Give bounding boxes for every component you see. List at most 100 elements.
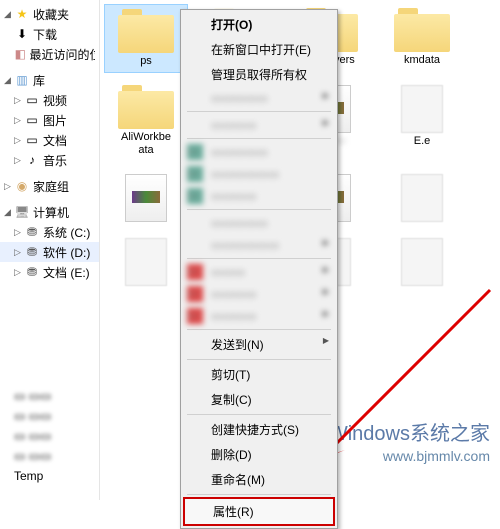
menu-separator — [187, 138, 331, 139]
tree-recent[interactable]: ◧ 最近访问的位置 — [0, 44, 99, 64]
menu-blur[interactable]: ▭▭▭▭▭▭ — [183, 141, 335, 163]
tree-label: 收藏夹 — [33, 6, 69, 23]
homegroup-icon: ◉ — [14, 178, 30, 194]
expand-icon: ▷ — [14, 267, 24, 278]
menu-create-shortcut[interactable]: 创建快捷方式(S) — [183, 417, 335, 442]
file-item[interactable] — [104, 234, 188, 290]
menu-properties[interactable]: 属性(R) — [183, 497, 335, 526]
menu-rename[interactable]: 重命名(M) — [183, 467, 335, 492]
menu-open-new-window[interactable]: 在新窗口中打开(E) — [183, 37, 335, 62]
folder-icon — [118, 85, 174, 129]
watermark-text: Windows系统之家 — [329, 417, 490, 446]
drive-icon: ⛃ — [24, 264, 40, 280]
tree-blur[interactable]: ▭ ▭▭ — [0, 406, 99, 426]
menu-send-to[interactable]: 发送到(N) — [183, 332, 335, 357]
menu-blur[interactable]: ▭▭▭▭▭ — [183, 283, 335, 305]
tree-blur[interactable]: ▭ ▭▭ — [0, 446, 99, 466]
tree-computer[interactable]: ◢ 🖥 计算机 — [0, 202, 99, 222]
menu-blur[interactable]: ▭▭▭▭▭ — [183, 87, 335, 109]
tree-blur[interactable]: ▭ ▭▭ — [0, 426, 99, 446]
menu-admin-ownership[interactable]: 管理员取得所有权 — [183, 62, 335, 87]
tree-drive-c[interactable]: ▷ ⛃ 系统 (C:) — [0, 222, 99, 242]
tree-label: 文档 (E:) — [43, 264, 90, 281]
tree-label: 软件 (D:) — [43, 244, 90, 261]
file-item[interactable] — [380, 234, 464, 290]
expand-icon: ▷ — [14, 115, 24, 126]
tree-label: 系统 (C:) — [43, 224, 90, 241]
tree-label: 计算机 — [33, 204, 69, 221]
tree-homegroup[interactable]: ▷ ◉ 家庭组 — [0, 176, 99, 196]
file-item[interactable] — [380, 170, 464, 226]
menu-cut[interactable]: 剪切(T) — [183, 362, 335, 387]
drive-icon: ⛃ — [24, 224, 40, 240]
star-icon: ★ — [14, 6, 30, 22]
file-label: E.e — [414, 135, 431, 148]
folder-icon — [394, 8, 450, 52]
menu-delete[interactable]: 删除(D) — [183, 442, 335, 467]
expand-icon: ▷ — [14, 247, 24, 258]
menu-blur[interactable]: ▭▭▭▭▭▭ — [183, 234, 335, 256]
menu-blur[interactable]: ▭▭▭▭▭▭▭ — [183, 163, 335, 185]
folder-kmdata[interactable]: kmdata — [380, 4, 464, 73]
tree-label: 视频 — [43, 92, 67, 109]
expand-icon: ▷ — [4, 181, 14, 192]
file-label: AliWorkbeata — [121, 131, 171, 157]
file-rar[interactable] — [104, 170, 188, 226]
tree-videos[interactable]: ▷ ▭ 视频 — [0, 90, 99, 110]
expand-icon: ▷ — [14, 155, 24, 166]
menu-separator — [187, 359, 331, 360]
music-icon: ♪ — [24, 152, 40, 168]
menu-open[interactable]: 打开(O) — [183, 12, 335, 37]
file-icon — [401, 174, 443, 222]
document-icon: ▭ — [24, 132, 40, 148]
menu-copy[interactable]: 复制(C) — [183, 387, 335, 412]
file-label: ps — [140, 55, 152, 68]
expand-icon: ▷ — [14, 227, 24, 238]
watermark-url: www.bjmmlv.com — [383, 448, 490, 464]
file-icon — [401, 238, 443, 286]
file-exe[interactable]: E.e — [380, 81, 464, 161]
file-label: kmdata — [404, 54, 440, 67]
tree-documents[interactable]: ▷ ▭ 文档 — [0, 130, 99, 150]
menu-separator — [187, 258, 331, 259]
tree-label: 最近访问的位置 — [29, 46, 95, 63]
menu-blur[interactable]: ▭▭▭▭▭ — [183, 185, 335, 207]
tree-favorites[interactable]: ◢ ★ 收藏夹 — [0, 4, 99, 24]
tree-drive-e[interactable]: ▷ ⛃ 文档 (E:) — [0, 262, 99, 282]
tree-label: 家庭组 — [33, 178, 69, 195]
tree-music[interactable]: ▷ ♪ 音乐 — [0, 150, 99, 170]
tree-blur[interactable]: ▭ ▭▭ — [0, 386, 99, 406]
tree-label: 下载 — [33, 26, 57, 43]
collapse-icon: ◢ — [4, 207, 14, 218]
tree-libraries[interactable]: ◢ ▥ 库 — [0, 70, 99, 90]
tree-downloads[interactable]: ⬇ 下载 — [0, 24, 99, 44]
folder-ps[interactable]: ps — [104, 4, 188, 73]
tree-label: 图片 — [43, 112, 67, 129]
menu-separator — [187, 209, 331, 210]
menu-separator — [187, 329, 331, 330]
folder-aliworkbench[interactable]: AliWorkbeata — [104, 81, 188, 161]
tree-drive-d[interactable]: ▷ ⛃ 软件 (D:) — [0, 242, 99, 262]
expand-icon: ▷ — [14, 95, 24, 106]
tree-label: 库 — [33, 72, 45, 89]
expand-icon: ▷ — [14, 135, 24, 146]
menu-blur[interactable]: ▭▭▭▭▭ — [183, 212, 335, 234]
tree-pictures[interactable]: ▷ ▭ 图片 — [0, 110, 99, 130]
rar-icon — [125, 174, 167, 222]
menu-blur[interactable]: ▭▭▭▭ — [183, 261, 335, 283]
video-icon: ▭ — [24, 92, 40, 108]
collapse-icon: ◢ — [4, 9, 14, 20]
menu-separator — [187, 414, 331, 415]
folder-icon — [118, 9, 174, 53]
file-icon — [401, 85, 443, 133]
file-icon — [125, 238, 167, 286]
context-menu: 打开(O) 在新窗口中打开(E) 管理员取得所有权 ▭▭▭▭▭ ▭▭▭▭ ▭▭▭… — [180, 9, 338, 529]
tree-label: Temp — [14, 469, 43, 483]
recent-icon: ◧ — [14, 46, 26, 62]
tree-temp[interactable]: Temp — [0, 466, 99, 486]
picture-icon: ▭ — [24, 112, 40, 128]
collapse-icon: ◢ — [4, 75, 14, 86]
menu-blur[interactable]: ▭▭▭▭ — [183, 114, 335, 136]
menu-blur[interactable]: ▭▭▭▭▭ — [183, 305, 335, 327]
tree-label: 音乐 — [43, 152, 67, 169]
